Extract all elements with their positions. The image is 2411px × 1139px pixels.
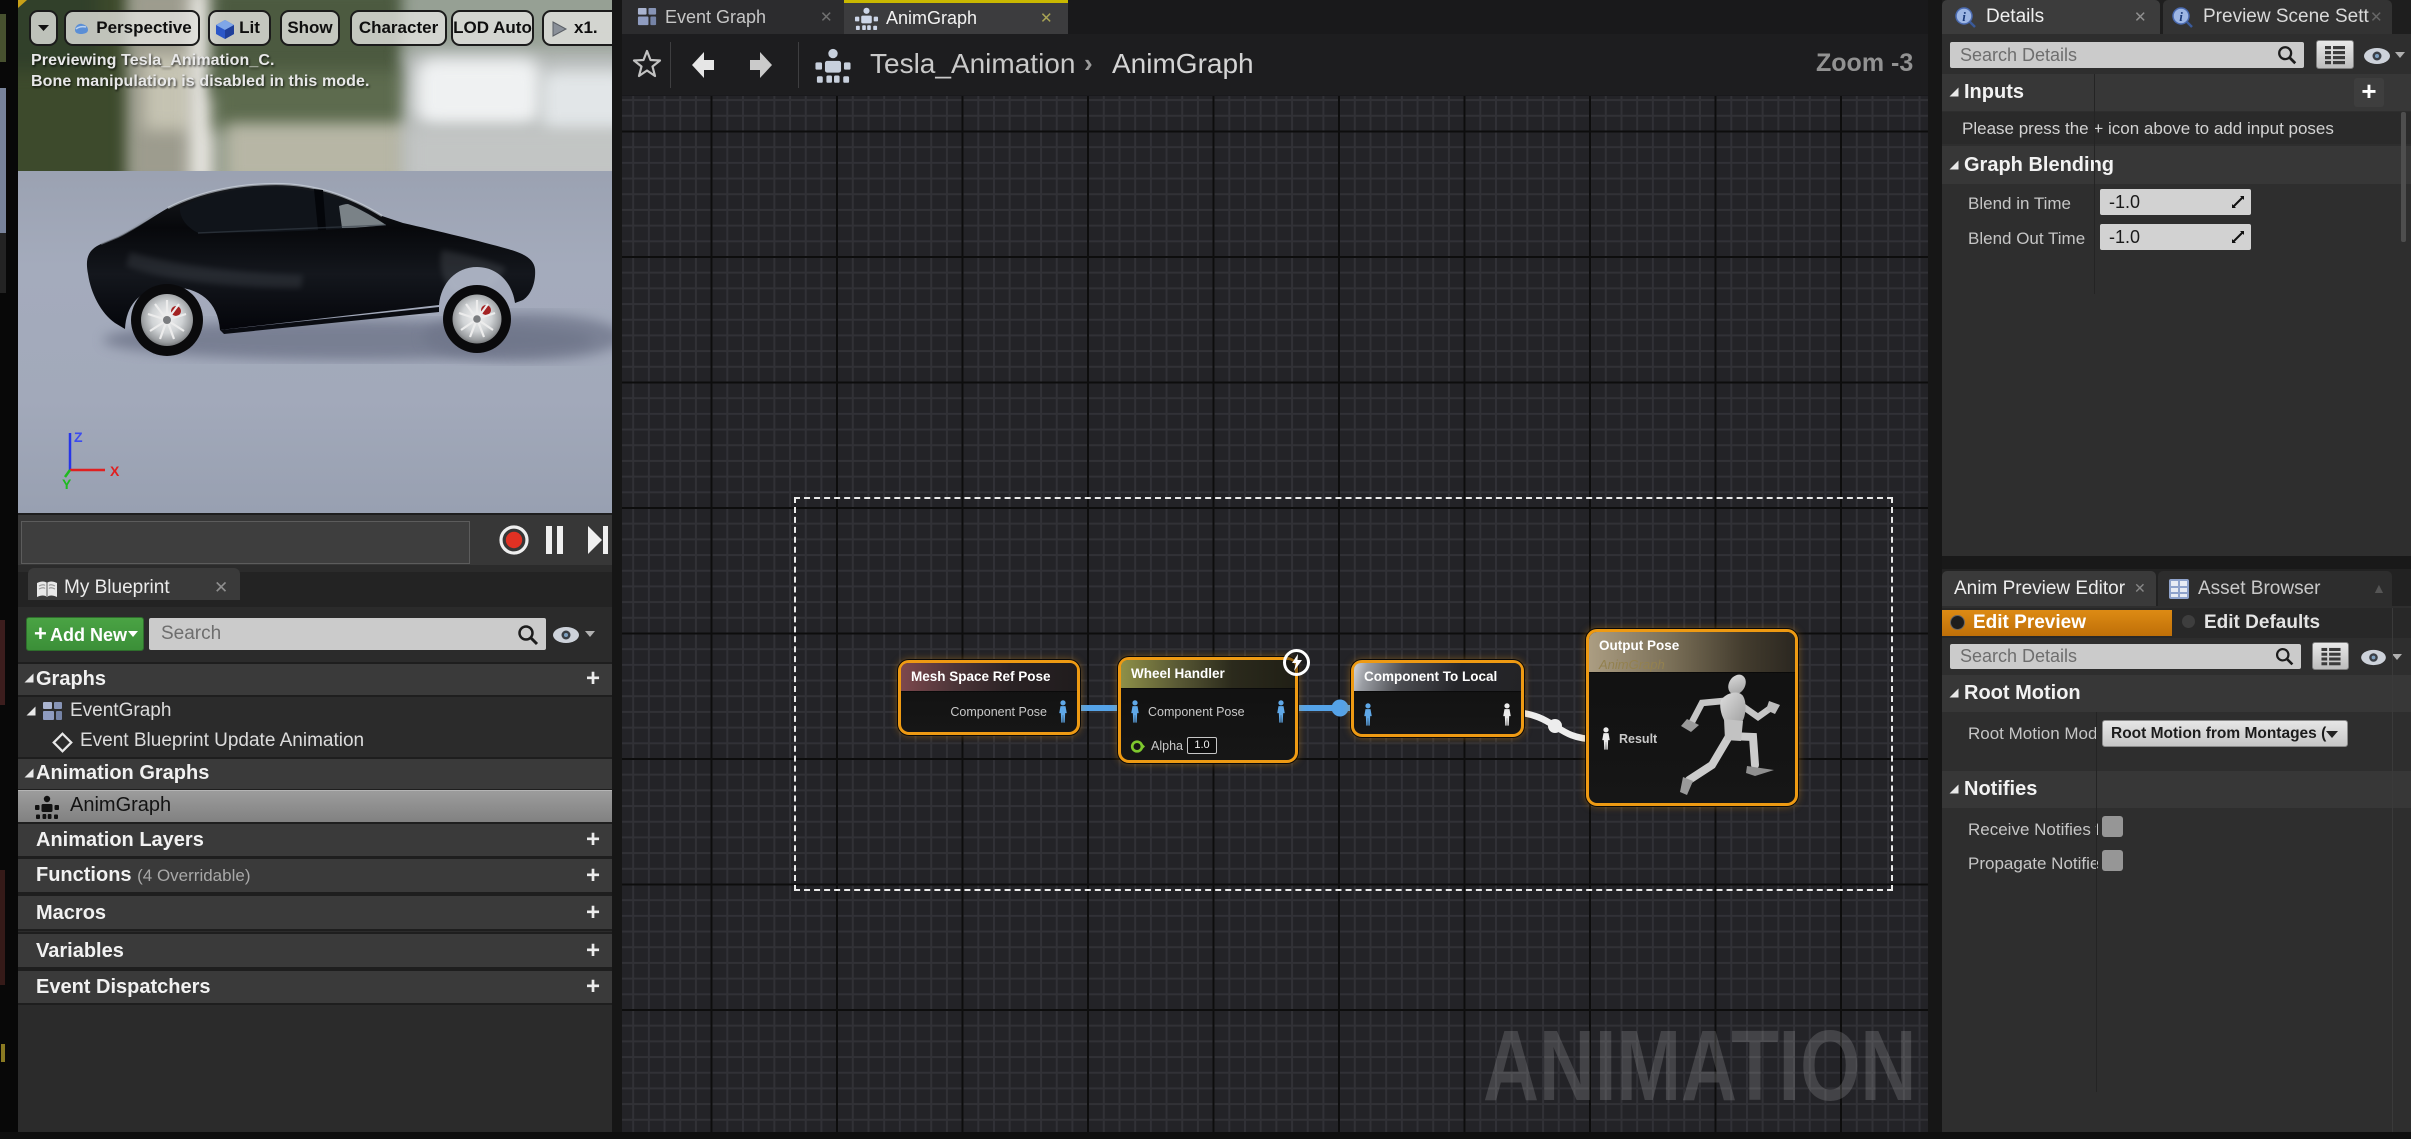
svg-text:Z: Z bbox=[74, 429, 83, 445]
svg-text:i: i bbox=[1962, 9, 1966, 24]
svg-text:i: i bbox=[2179, 9, 2183, 24]
svg-text:X: X bbox=[110, 463, 120, 479]
svg-text:Y: Y bbox=[62, 476, 72, 492]
